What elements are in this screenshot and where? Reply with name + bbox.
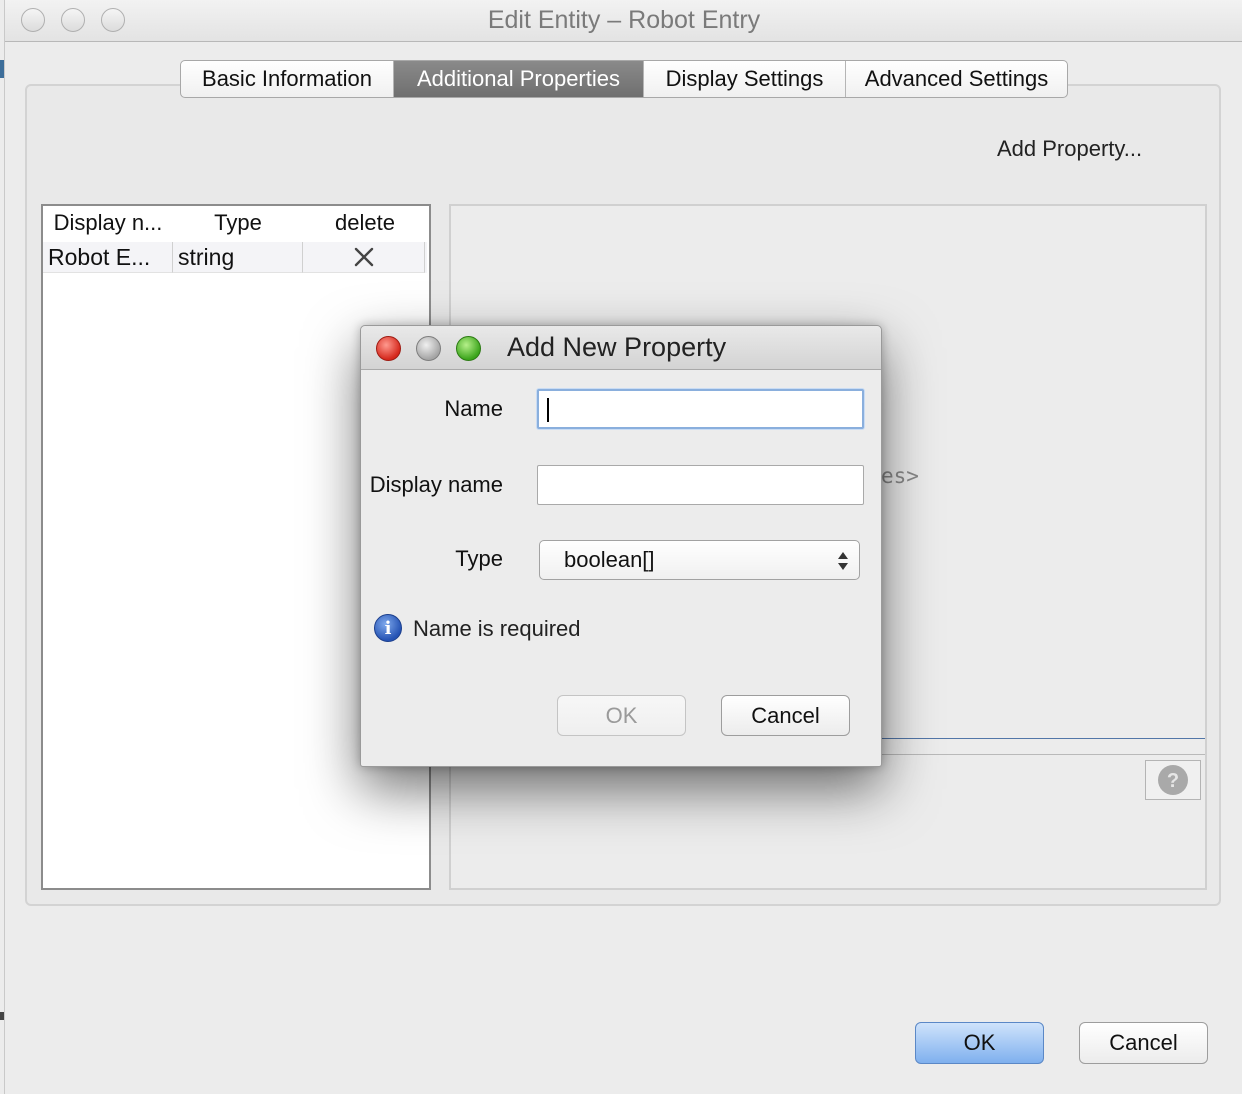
display-name-field[interactable] [537, 465, 864, 505]
window-title: Edit Entity – Robot Entry [487, 6, 761, 34]
dialog-ok-button[interactable]: OK [557, 695, 686, 736]
tab-display-settings[interactable]: Display Settings [644, 61, 846, 97]
column-header-type[interactable]: Type [173, 210, 303, 242]
help-button[interactable]: ? [1145, 760, 1201, 800]
x-icon [354, 247, 373, 267]
dialog-zoom-button[interactable] [456, 336, 481, 361]
dialog-minimize-button[interactable] [416, 336, 441, 361]
add-property-button[interactable]: Add Property... [997, 136, 1172, 162]
add-new-property-dialog: Add New Property Name Display name Type … [360, 325, 882, 767]
validation-message: Name is required [413, 616, 581, 641]
svg-text:?: ? [1167, 770, 1179, 792]
text-caret [547, 398, 549, 422]
updown-arrows-icon [838, 552, 848, 570]
name-field[interactable] [537, 389, 864, 429]
dialog-cancel-button[interactable]: Cancel [721, 695, 850, 736]
name-label: Name [444, 396, 503, 421]
column-header-display-name[interactable]: Display n... [43, 210, 173, 242]
cell-display-name[interactable]: Robot E... [43, 242, 173, 273]
type-select[interactable]: boolean[] [539, 540, 860, 580]
ok-button[interactable]: OK [915, 1022, 1044, 1064]
type-label: Type [455, 546, 503, 571]
cancel-button[interactable]: Cancel [1079, 1022, 1208, 1064]
dialog-titlebar: Add New Property [361, 326, 881, 370]
column-header-delete[interactable]: delete [303, 210, 427, 242]
delete-row-button[interactable] [303, 242, 425, 273]
type-select-value: boolean[] [564, 547, 655, 572]
tab-additional-properties[interactable]: Additional Properties [394, 61, 644, 97]
details-placeholder-text: es> [881, 464, 919, 488]
tab-bar: Basic Information Additional Properties … [180, 60, 1068, 98]
cell-type[interactable]: string [173, 242, 303, 273]
dialog-close-button[interactable] [376, 336, 401, 361]
tab-advanced-settings[interactable]: Advanced Settings [846, 61, 1067, 97]
info-icon: i [374, 614, 402, 642]
window-titlebar: Edit Entity – Robot Entry [5, 0, 1242, 42]
tab-basic-information[interactable]: Basic Information [181, 61, 394, 97]
dialog-title: Add New Property [507, 332, 727, 362]
question-icon: ? [1158, 765, 1188, 795]
display-name-label: Display name [369, 472, 503, 497]
